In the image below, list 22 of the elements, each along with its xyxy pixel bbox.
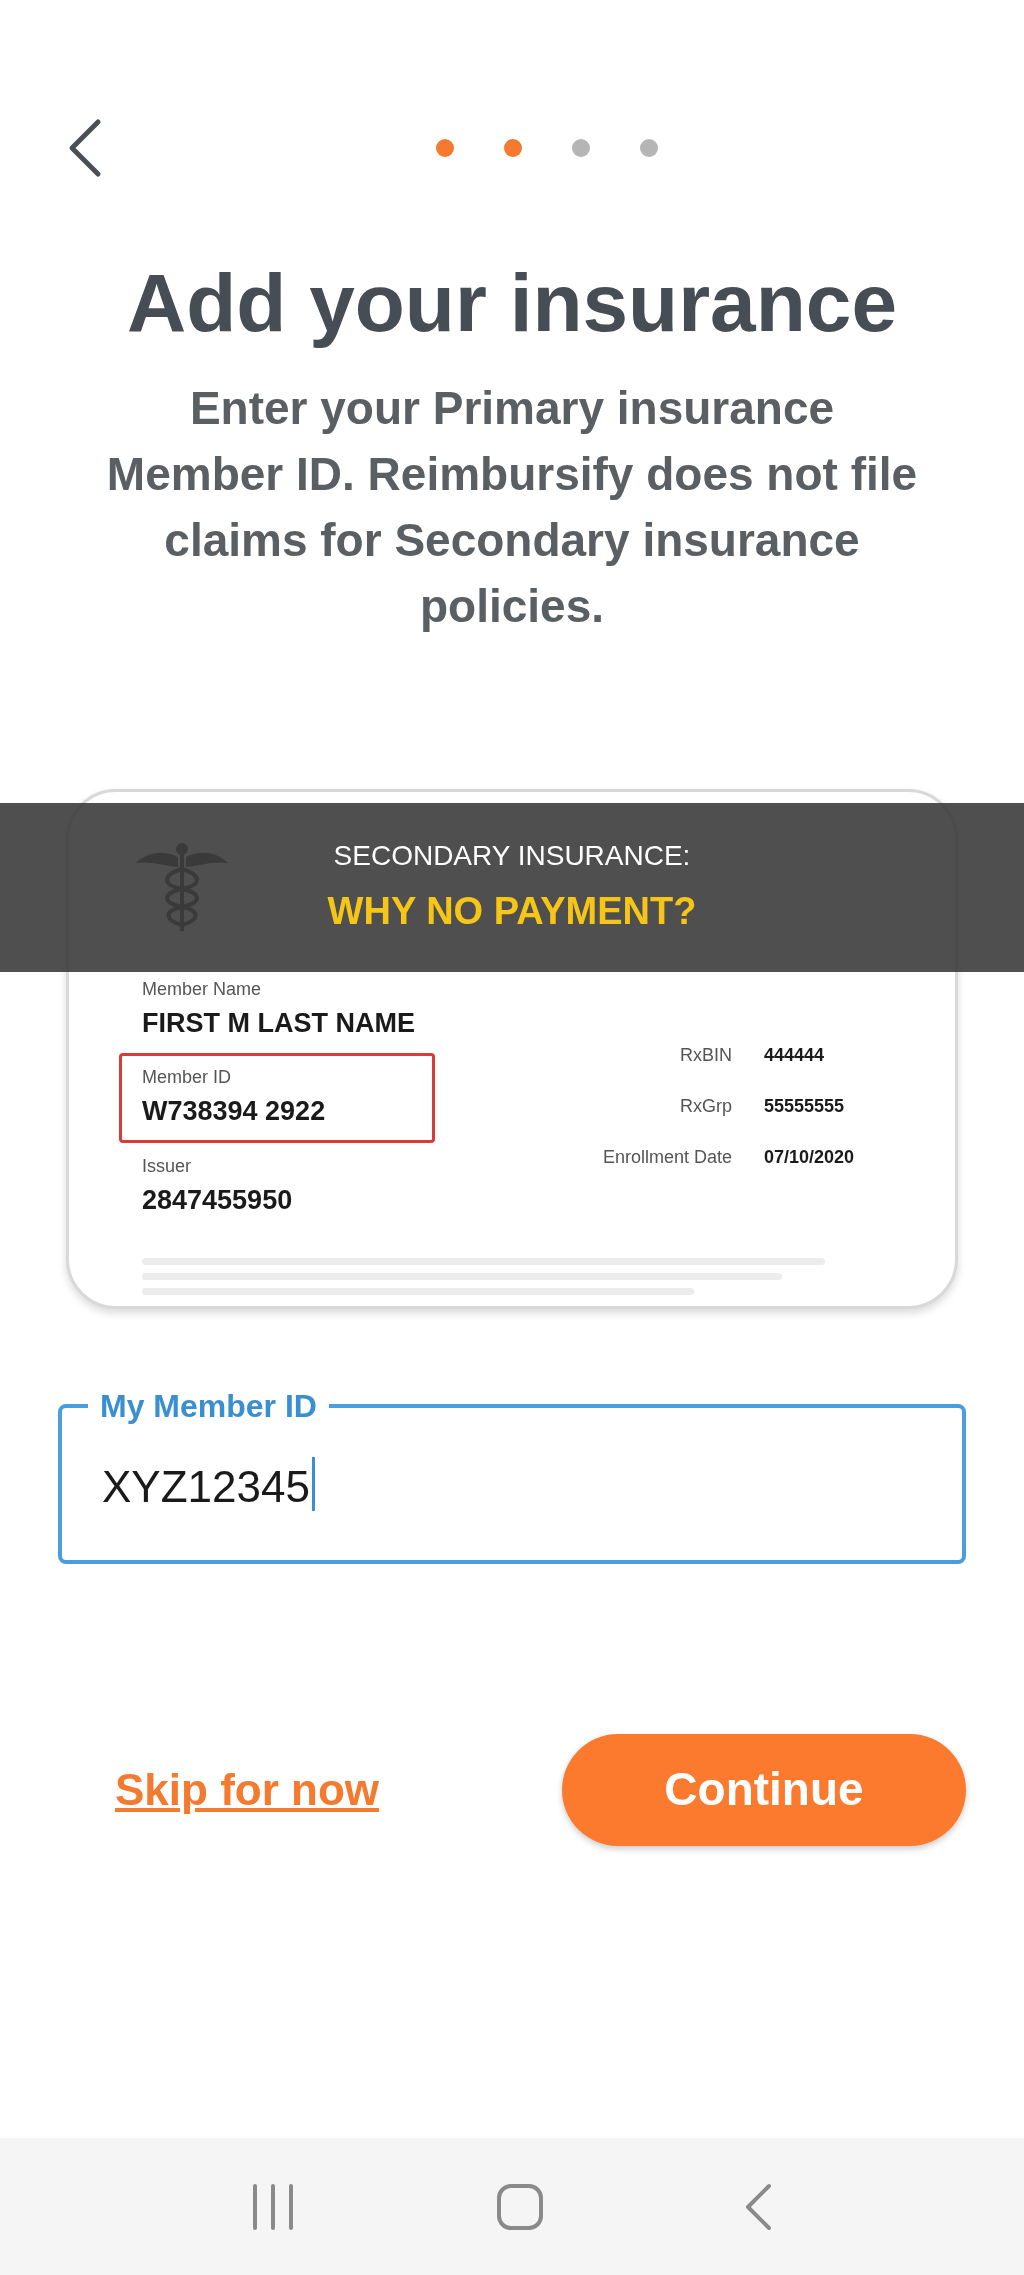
card-value: 55555555 xyxy=(764,1094,845,1118)
page-title: Add your insurance xyxy=(126,256,898,350)
card-label: RxGrp xyxy=(679,1094,732,1118)
card-value: 2847455950 xyxy=(142,1183,294,1217)
text-cursor xyxy=(311,1456,315,1511)
card-label: Issuer xyxy=(142,1154,193,1178)
card-label: Member Name xyxy=(142,977,263,1001)
home-icon[interactable] xyxy=(497,2183,543,2230)
banner-heading: SECONDARY INSURANCE: xyxy=(333,839,691,873)
continue-button[interactable]: Continue xyxy=(562,1733,966,1846)
card-label: Enrollment Date xyxy=(601,1145,732,1169)
card-value: W738394 2922 xyxy=(142,1095,327,1128)
skip-link[interactable]: Skip for now xyxy=(115,1756,379,1823)
card-value: 07/10/2020 xyxy=(764,1145,855,1169)
card-value: 444444 xyxy=(764,1043,825,1067)
field-value: XYZ12345 xyxy=(102,1460,310,1513)
recent-apps-icon[interactable] xyxy=(251,2183,295,2230)
description-text: Enter your Primary insurance Member ID. Reimbursify does not file claims for Secondary insurance policies. xyxy=(105,380,919,634)
banner-subheading: WHY NO PAYMENT? xyxy=(327,889,697,934)
card-label: RxBIN xyxy=(679,1043,732,1067)
card-value: FIRST M LAST NAME xyxy=(142,1006,416,1040)
card-label: Member ID xyxy=(142,1066,232,1089)
